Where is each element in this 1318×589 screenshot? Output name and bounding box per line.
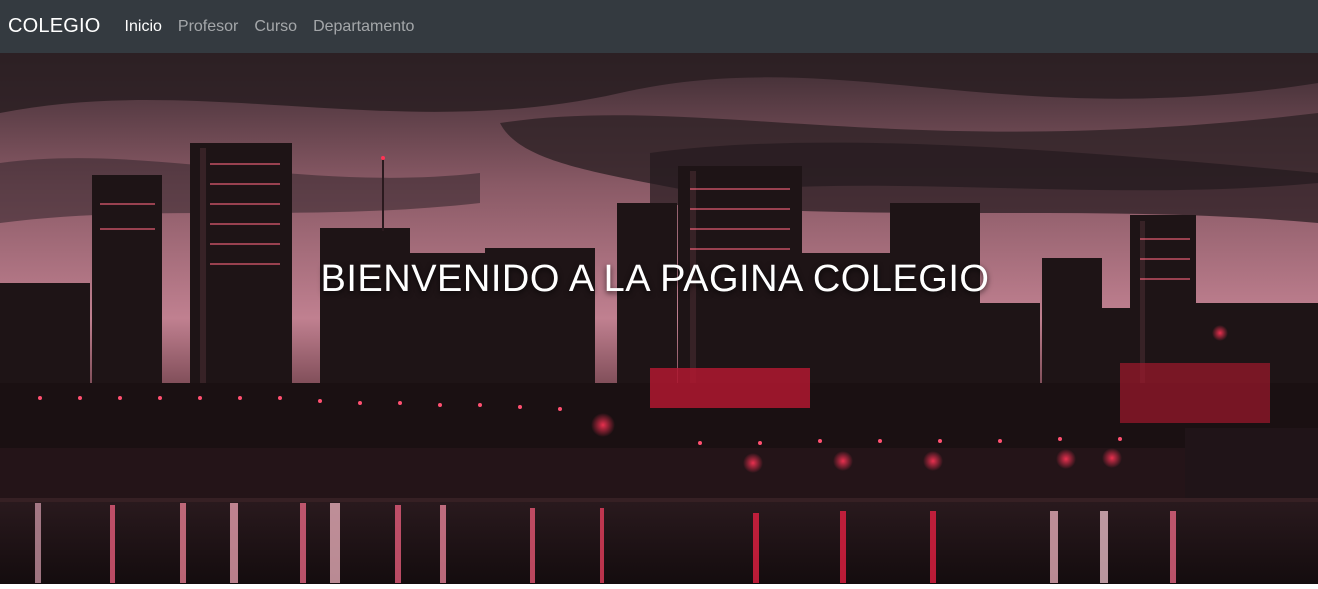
nav-link-curso[interactable]: Curso bbox=[254, 18, 297, 36]
top-navbar: COLEGIO Inicio Profesor Curso Departamen… bbox=[0, 0, 1318, 53]
page-bottom-strip bbox=[0, 584, 1318, 589]
hero-banner: BIENVENIDO A LA PAGINA COLEGIO bbox=[0, 53, 1318, 584]
nav-link-inicio[interactable]: Inicio bbox=[125, 18, 162, 36]
hero-background-image bbox=[0, 53, 1318, 584]
brand-logo-link[interactable]: COLEGIO bbox=[8, 15, 101, 38]
nav-link-departamento[interactable]: Departamento bbox=[313, 18, 414, 36]
hero-title: BIENVENIDO A LA PAGINA COLEGIO bbox=[320, 258, 990, 300]
nav-link-profesor[interactable]: Profesor bbox=[178, 18, 238, 36]
